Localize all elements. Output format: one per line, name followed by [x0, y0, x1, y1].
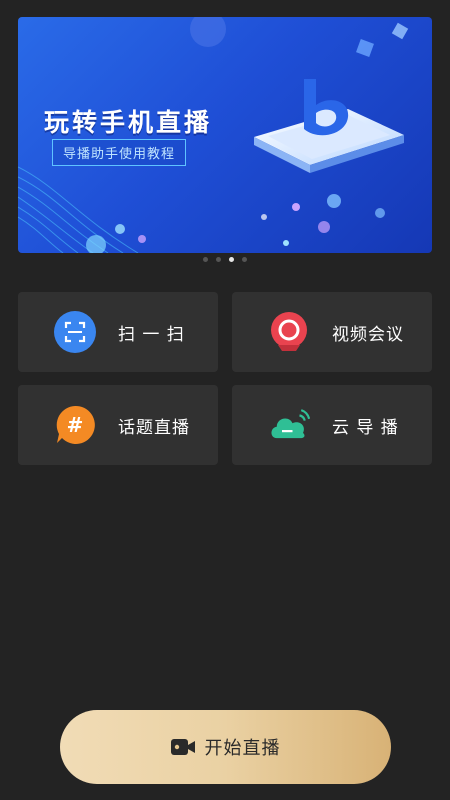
scan-icon [54, 311, 96, 353]
carousel-dot-active[interactable] [229, 257, 234, 262]
carousel-dot[interactable] [242, 257, 247, 262]
start-live-button[interactable]: 开始直播 [60, 710, 391, 784]
carousel-indicator [0, 257, 450, 262]
banner-title: 玩转手机直播 [44, 108, 213, 137]
hashtag-icon: # [54, 404, 96, 446]
carousel-dot[interactable] [203, 257, 208, 262]
video-conference-button[interactable]: 视频会议 [232, 292, 432, 372]
carousel-dot[interactable] [216, 257, 221, 262]
topic-live-label: 话题直播 [118, 417, 190, 438]
banner-subtitle: 导播助手使用教程 [52, 139, 187, 166]
cloud-director-button[interactable]: 云 导 播 [232, 385, 432, 465]
cloud-director-label: 云 导 播 [332, 417, 399, 438]
svg-text:#: # [67, 413, 84, 437]
banner-carousel[interactable]: 玩转手机直播 导播助手使用教程 [18, 17, 432, 253]
video-camera-icon [268, 311, 310, 353]
scan-button[interactable]: 扫 一 扫 [18, 292, 218, 372]
scan-label: 扫 一 扫 [118, 324, 185, 345]
cloud-icon [268, 404, 310, 446]
camera-icon [170, 737, 195, 757]
start-live-label: 开始直播 [204, 738, 281, 759]
video-conference-label: 视频会议 [332, 324, 404, 345]
topic-live-button[interactable]: # 话题直播 [18, 385, 218, 465]
